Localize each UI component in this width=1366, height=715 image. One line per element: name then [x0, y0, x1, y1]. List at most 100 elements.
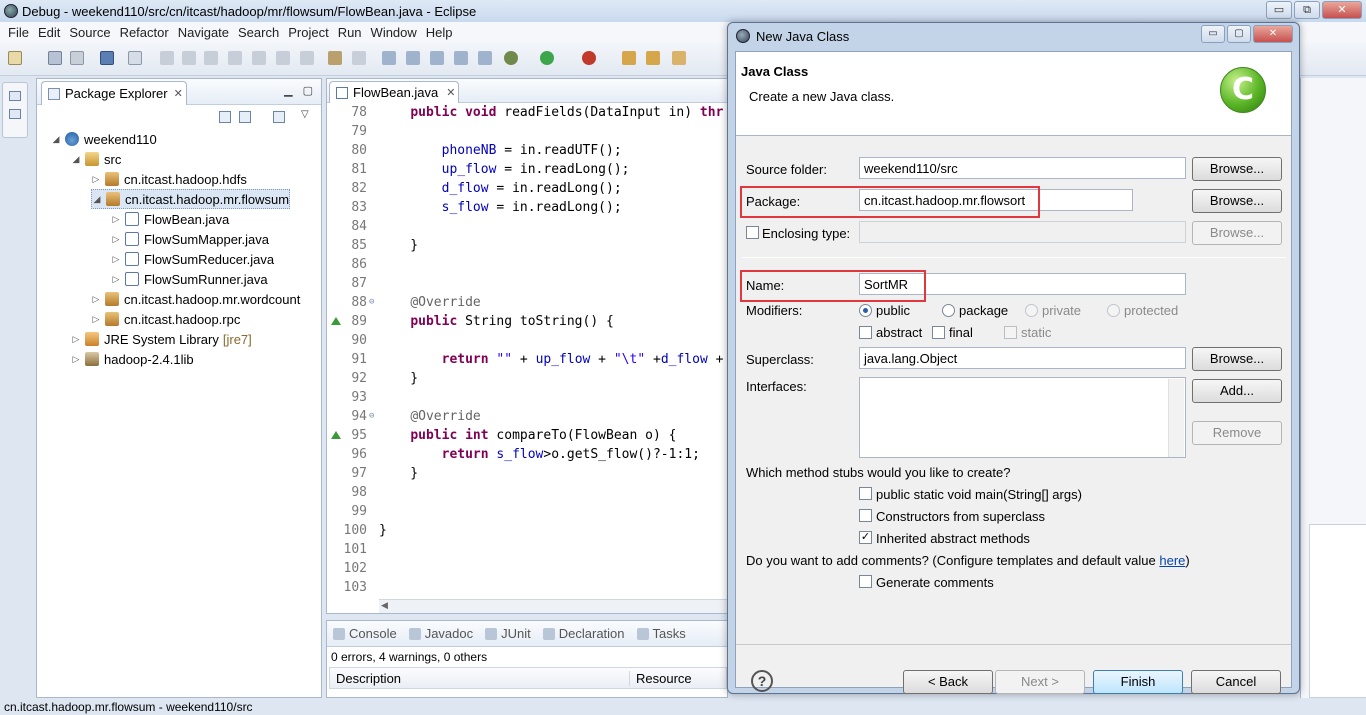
execute-icon[interactable] — [478, 51, 492, 65]
menu-search[interactable]: Search — [236, 25, 286, 40]
collapsed-arrow-icon[interactable]: ▷ — [71, 334, 81, 345]
code-line[interactable]: 90 — [327, 331, 727, 350]
code-line[interactable]: 95 public int compareTo(FlowBean o) { — [327, 426, 727, 445]
fold-icon[interactable]: ⊖ — [369, 407, 374, 426]
source-folder-input[interactable]: weekend110/src — [859, 157, 1186, 179]
code-line[interactable]: 80 phoneNB = in.readUTF(); — [327, 141, 727, 160]
stub-main-checkbox[interactable] — [859, 487, 872, 500]
tab-package-explorer[interactable]: Package Explorer ✕ — [41, 81, 187, 105]
expanded-arrow-icon[interactable]: ◢ — [71, 154, 81, 165]
code-line[interactable]: 99 — [327, 502, 727, 521]
tab-javadoc[interactable]: Javadoc — [408, 626, 473, 641]
tree-item[interactable]: ◢ src — [71, 149, 122, 169]
dialog-minimize-button[interactable]: ▭ — [1201, 25, 1225, 43]
close-button[interactable]: ✕ — [1322, 1, 1362, 19]
suspend-icon[interactable] — [182, 51, 196, 65]
new-icon[interactable] — [8, 51, 22, 65]
collapsed-arrow-icon[interactable]: ▷ — [91, 294, 101, 305]
fold-icon[interactable]: ⊖ — [369, 293, 374, 312]
collapse-all-icon[interactable] — [219, 111, 231, 123]
view-icon[interactable] — [9, 109, 21, 119]
tree-item[interactable]: ▷ FlowSumMapper.java — [111, 229, 269, 249]
expanded-arrow-icon[interactable]: ◢ — [92, 194, 102, 205]
menu-project[interactable]: Project — [286, 25, 335, 40]
tab-tasks[interactable]: Tasks — [636, 626, 686, 641]
minimize-view-icon[interactable]: ▁ — [284, 84, 292, 97]
tree-item[interactable]: ◢ cn.itcast.hadoop.mr.flowsum — [91, 189, 291, 209]
step-over-icon[interactable] — [276, 51, 290, 65]
save-icon[interactable] — [48, 51, 62, 65]
collapsed-arrow-icon[interactable]: ▷ — [111, 234, 121, 245]
menu-run[interactable]: Run — [336, 25, 369, 40]
open-type-icon[interactable] — [672, 51, 686, 65]
override-marker-icon[interactable] — [331, 317, 341, 325]
collapsed-arrow-icon[interactable]: ▷ — [71, 354, 81, 365]
step-into-icon[interactable] — [252, 51, 266, 65]
collapsed-arrow-icon[interactable]: ▷ — [111, 254, 121, 265]
package-browse-button[interactable]: Browse... — [1192, 189, 1282, 213]
code-line[interactable]: 93 — [327, 388, 727, 407]
disconnect-icon[interactable] — [228, 51, 242, 65]
debug-icon[interactable] — [504, 51, 518, 65]
resume-icon[interactable] — [160, 51, 174, 65]
menu-navigate[interactable]: Navigate — [176, 25, 236, 40]
terminal-icon[interactable] — [100, 51, 114, 65]
expanded-arrow-icon[interactable]: ◢ — [51, 134, 61, 145]
code-line[interactable]: 98 — [327, 483, 727, 502]
code-line[interactable]: 103 — [327, 578, 727, 597]
code-line[interactable]: 81 up_flow = in.readLong(); — [327, 160, 727, 179]
code-line[interactable]: 86 — [327, 255, 727, 274]
external-tools-icon[interactable] — [582, 51, 596, 65]
source-folder-browse-button[interactable]: Browse... — [1192, 157, 1282, 181]
minimize-button[interactable]: ▭ — [1266, 1, 1292, 19]
menu-refactor[interactable]: Refactor — [118, 25, 176, 40]
column-resource[interactable]: Resource — [630, 671, 692, 686]
tab-declaration[interactable]: Declaration — [542, 626, 625, 641]
override-marker-icon[interactable] — [331, 431, 341, 439]
back-button[interactable]: < Back — [903, 670, 993, 694]
help-icon[interactable]: ? — [751, 670, 773, 692]
tree-item[interactable]: ▷ JRE System Library [jre7] — [71, 329, 252, 349]
restore-icon[interactable] — [9, 91, 21, 101]
code-line[interactable]: 85 } — [327, 236, 727, 255]
code-line[interactable]: 91 return "" + up_flow + "\t" +d_flow + — [327, 350, 727, 369]
horizontal-scrollbar[interactable]: ◀ — [379, 599, 727, 613]
modifier-final-checkbox[interactable] — [932, 326, 945, 339]
run-icon[interactable] — [540, 51, 554, 65]
stub-constructors-checkbox[interactable] — [859, 509, 872, 522]
collapsed-arrow-icon[interactable]: ▷ — [91, 174, 101, 185]
code-line[interactable]: 88 @Override ⊖ — [327, 293, 727, 312]
code-line[interactable]: 92 } — [327, 369, 727, 388]
collapsed-arrow-icon[interactable]: ▷ — [111, 274, 121, 285]
modifier-public-radio[interactable] — [859, 304, 872, 317]
code-line[interactable]: 94 @Override ⊖ — [327, 407, 727, 426]
maximize-view-icon[interactable]: ▢ — [303, 84, 313, 97]
tree-item[interactable]: ◢ weekend110 — [51, 129, 157, 149]
interfaces-list[interactable] — [859, 377, 1186, 458]
drop-to-frame-icon[interactable] — [328, 51, 342, 65]
interfaces-add-button[interactable]: Add... — [1192, 379, 1282, 403]
code-line[interactable]: 84 — [327, 217, 727, 236]
menu-source[interactable]: Source — [67, 25, 117, 40]
cancel-button[interactable]: Cancel — [1191, 670, 1281, 694]
filters-icon[interactable] — [273, 111, 285, 123]
enclosing-type-checkbox[interactable] — [746, 226, 759, 239]
tab-flowbean-java[interactable]: FlowBean.java ✕ — [329, 81, 459, 103]
tree-item[interactable]: ▷ FlowSumRunner.java — [111, 269, 268, 289]
inspect-icon[interactable] — [430, 51, 444, 65]
superclass-browse-button[interactable]: Browse... — [1192, 347, 1282, 371]
link-with-editor-icon[interactable] — [239, 111, 251, 123]
collapsed-arrow-icon[interactable]: ▷ — [111, 214, 121, 225]
code-line[interactable]: 96 return s_flow>o.getS_flow()?-1:1; — [327, 445, 727, 464]
code-line[interactable]: 87 — [327, 274, 727, 293]
new-package-icon[interactable] — [646, 51, 660, 65]
stub-inherited-checkbox[interactable]: ✓ — [859, 531, 872, 544]
view-menu-icon[interactable]: ▽ — [301, 109, 309, 120]
interfaces-scrollbar[interactable] — [1168, 379, 1184, 457]
generate-comments-checkbox[interactable] — [859, 575, 872, 588]
code-line[interactable]: 97 } — [327, 464, 727, 483]
column-description[interactable]: Description — [330, 670, 630, 686]
skip-breakpoints-icon[interactable] — [128, 51, 142, 65]
display-icon[interactable] — [454, 51, 468, 65]
step-return-icon[interactable] — [300, 51, 314, 65]
